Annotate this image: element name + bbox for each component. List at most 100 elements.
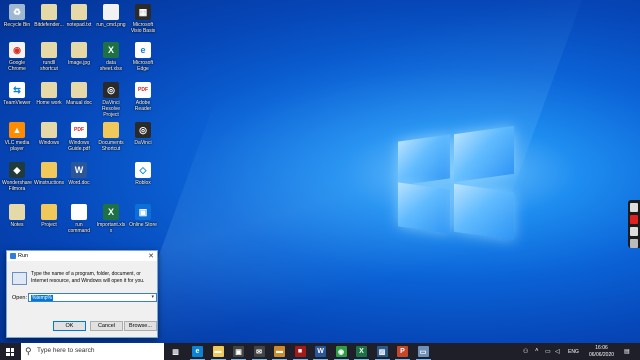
filmora-icon: ◆	[9, 162, 25, 178]
chrome-icon[interactable]: ◉	[333, 346, 349, 360]
desktop-icon-label: Microsoft Edge	[132, 60, 154, 72]
desktop-icon-label: run_cmd.png	[96, 22, 126, 28]
store-icon[interactable]: ▣	[231, 346, 246, 360]
pdf-icon: PDF	[135, 82, 151, 98]
run-dialog: Run ✕ Type the name of a program, folder…	[6, 250, 158, 338]
desktop-icon[interactable]: run command	[64, 204, 94, 234]
desktop-icon[interactable]: PDF Windows Guide.pdf	[64, 122, 94, 152]
desktop-icon[interactable]: Notes	[2, 204, 32, 228]
desktop-icon[interactable]: ♻ Recycle Bin	[2, 4, 32, 28]
desktop-icon[interactable]: run_cmd.png	[96, 4, 126, 28]
ok-button[interactable]: OK	[53, 321, 86, 331]
run-icon[interactable]: ▭	[415, 346, 431, 360]
powerpoint-icon[interactable]: P	[395, 346, 410, 360]
taskbar-clock[interactable]: 16:06 06/06/2020	[589, 345, 614, 358]
folder-icon	[41, 162, 57, 178]
open-input[interactable]: %temp% ▾	[28, 293, 157, 302]
word-icon[interactable]: W	[313, 346, 328, 360]
desktop-icon[interactable]: Bitdefender...	[34, 4, 64, 28]
file-explorer-icon[interactable]: ▬	[210, 346, 226, 360]
desktop-icon-label: Project	[41, 222, 57, 228]
notification-icon[interactable]: ▤	[624, 348, 630, 355]
network-icon[interactable]: ▭	[545, 348, 551, 355]
excel-icon[interactable]: X	[354, 346, 369, 360]
desktop-icon-label: Bitdefender...	[34, 22, 64, 28]
desktop-icon[interactable]: Manual doc	[64, 82, 94, 106]
desktop-icon-label: Word.doc	[68, 180, 90, 186]
desktop-icon-label: VLC media player	[4, 140, 30, 152]
desktop-icon[interactable]: Windows	[34, 122, 64, 146]
folder-icon	[41, 204, 57, 220]
desktop-icon[interactable]: rundll shortcut	[34, 42, 64, 72]
desktop-icon[interactable]: ◉ Google Chrome	[2, 42, 32, 72]
edge-icon: e	[135, 42, 151, 58]
desktop-icon-label: TeamViewer	[3, 100, 31, 106]
open-label: Open:	[12, 295, 27, 301]
clock-date: 06/06/2020	[589, 351, 615, 358]
desktop-icon[interactable]: Documents Shortcut	[96, 122, 126, 152]
chevron-up-icon[interactable]: ˄	[535, 348, 539, 354]
desktop-icon[interactable]: ◇ Roblox	[128, 162, 158, 186]
run-dialog-titlebar[interactable]: Run ✕	[7, 251, 157, 261]
camera-icon[interactable]	[630, 203, 638, 212]
store-icon: ▣	[135, 204, 151, 220]
language-indicator[interactable]: ENG	[568, 349, 579, 355]
desktop-icon[interactable]: ◆ Wondershare Filmora	[2, 162, 32, 192]
desktop-icon[interactable]: PDF Adobe Reader	[128, 82, 158, 112]
windows-start-button[interactable]	[6, 348, 14, 356]
davinci-icon: ◎	[103, 82, 119, 98]
desktop-icon-label: notepad.txt	[66, 22, 92, 28]
desktop-icon[interactable]: ▦ Microsoft Visio Basis	[128, 4, 158, 34]
vlc-icon: ▲	[9, 122, 25, 138]
video-icon[interactable]	[630, 227, 638, 236]
pdf-icon: PDF	[71, 122, 87, 138]
close-icon[interactable]: ✕	[148, 252, 154, 260]
desktop-icon[interactable]: e Microsoft Edge	[128, 42, 158, 72]
desktop-icon-label: Notes	[10, 222, 24, 228]
floating-side-toolbar[interactable]	[628, 200, 640, 248]
desktop-icon[interactable]: Home work	[34, 82, 64, 106]
desktop-icon-label: Windows Guide.pdf	[68, 140, 90, 152]
desktop-icon[interactable]: Winstructions	[34, 162, 64, 186]
open-input-value[interactable]: %temp%	[31, 295, 54, 301]
desktop-icon-label: rundll shortcut	[40, 60, 58, 72]
search-placeholder: Type here to search	[37, 347, 95, 354]
chevron-down-icon[interactable]: ▾	[151, 294, 154, 300]
desktop-icon-label: Home work	[36, 100, 62, 106]
desktop-icon-label: Important.xlsx	[96, 222, 126, 234]
desktop-icon[interactable]: Image.jpg	[64, 42, 94, 66]
browse-button[interactable]: Browse...	[124, 321, 157, 331]
desktop-icon[interactable]: notepad.txt	[64, 4, 94, 28]
app-icon[interactable]: ■	[292, 346, 308, 360]
edge-icon[interactable]: e	[190, 346, 205, 360]
desktop-icon[interactable]: ▲ VLC media player	[2, 122, 32, 152]
desktop-icon-label: Adobe Reader	[134, 100, 152, 112]
desktop-icon-label: Manual doc	[66, 100, 92, 106]
gear-icon[interactable]	[630, 239, 638, 248]
task-view-icon[interactable]: ▥	[170, 346, 181, 357]
desktop-icon[interactable]: X Important.xlsx	[96, 204, 126, 234]
cancel-button[interactable]: Cancel	[90, 321, 123, 331]
desktop-icon[interactable]: ◎ DaVinci Resolve Project	[96, 82, 126, 118]
photos-icon[interactable]: ▨	[374, 346, 390, 360]
people-icon[interactable]: ⚇	[523, 348, 528, 355]
mail-icon[interactable]: ✉	[251, 346, 267, 360]
document-icon	[71, 82, 87, 98]
record-icon[interactable]	[630, 215, 638, 224]
taskbar: ⚲ Type here to search ▥ e ▬ ▣ ✉ ▬ ■ W ◉ X ▨ P ▭ ⚇ ˄ …	[0, 343, 640, 360]
desktop-icon[interactable]: W Word.doc	[64, 162, 94, 186]
desktop-icon[interactable]: ▣ Online Store	[128, 204, 158, 228]
desktop-icon[interactable]: ◎ DaVinci	[128, 122, 158, 146]
image-icon	[71, 42, 87, 58]
desktop-icon-label: Google Chrome	[8, 60, 26, 72]
desktop-icon[interactable]: ⇆ TeamViewer	[2, 82, 32, 106]
desktop-icon[interactable]: Xdata sheet.xlsx	[96, 42, 126, 72]
desktop-icon[interactable]: Project	[34, 204, 64, 228]
taskbar-search-box[interactable]: ⚲ Type here to search	[21, 343, 164, 360]
folder-icon	[103, 122, 119, 138]
folder-icon[interactable]: ▬	[272, 346, 287, 360]
document-icon	[41, 4, 57, 20]
document-icon	[41, 122, 57, 138]
volume-icon[interactable]: ◁	[555, 348, 560, 355]
desktop-icon-label: Microsoft Visio Basis	[130, 22, 156, 34]
